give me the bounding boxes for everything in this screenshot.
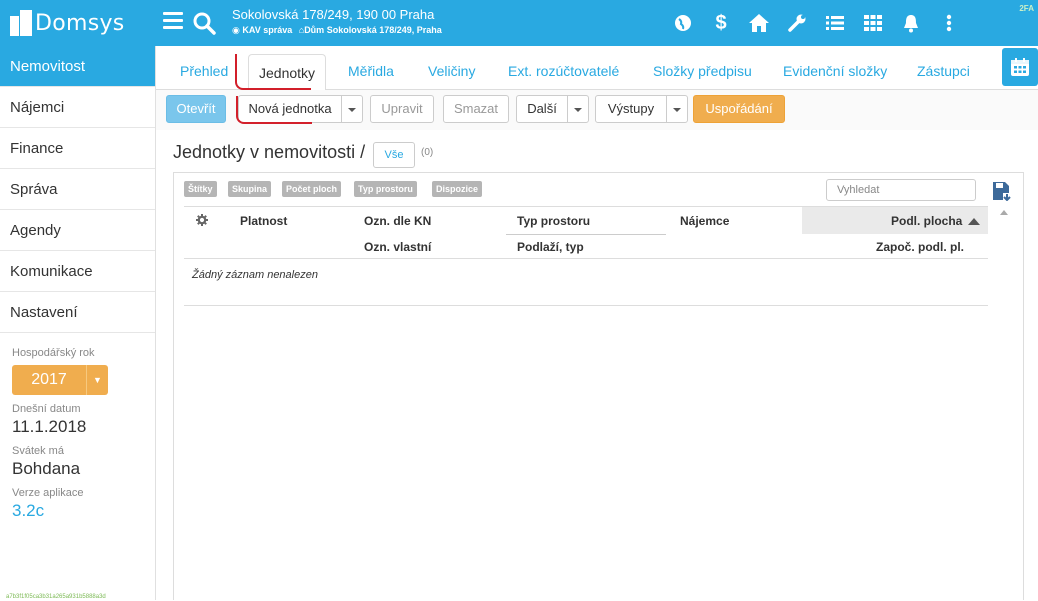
page-title: Jednotky v nemovitosti / — [173, 142, 366, 162]
list-icon[interactable] — [816, 10, 854, 36]
dollar-icon[interactable]: $ — [702, 10, 740, 36]
outputs-dropdown[interactable] — [666, 95, 688, 123]
sub-house: Dům Sokolovská 178/249, Praha — [304, 25, 442, 35]
app-name: Domsys — [35, 10, 125, 36]
table-header: Platnost Ozn. dle KN Ozn. vlastní Typ pr… — [184, 206, 988, 259]
search-input[interactable]: Vyhledat — [826, 179, 976, 201]
sort-asc-icon[interactable] — [968, 218, 980, 225]
app-logo[interactable]: Domsys — [10, 8, 125, 38]
today-value: 11.1.2018 — [12, 417, 87, 436]
empty-message: Žádný záznam nenalezen — [192, 269, 318, 281]
sidebar-item-sprava[interactable]: Správa — [0, 169, 155, 210]
column-counted-area[interactable]: Započ. podl. pl. — [876, 240, 964, 254]
calendar-icon[interactable] — [1002, 48, 1038, 86]
column-kn-label[interactable]: Ozn. dle KN — [364, 214, 431, 228]
column-floor-area[interactable]: Podl. plocha — [891, 214, 962, 228]
build-hash: a7b3f1f05ca3b31a265a931b5888a3d — [6, 594, 106, 600]
search-icon[interactable] — [191, 10, 217, 36]
home-icon[interactable] — [740, 10, 778, 36]
save-icon[interactable] — [992, 181, 1012, 201]
tab-slozky-predpisu[interactable]: Složky předpisu — [653, 46, 752, 90]
fiscal-year-select[interactable]: 2017 ▼ — [12, 365, 108, 395]
annotation-mark-button — [236, 96, 312, 124]
sub-org: KAV správa — [242, 25, 293, 35]
edit-button[interactable]: Upravit — [370, 95, 434, 123]
logo-mark-icon — [10, 10, 32, 36]
fiscal-year-label: Hospodářský rok — [12, 347, 95, 359]
filter-tag-dispozice[interactable]: Dispozice — [432, 181, 483, 197]
tab-meridla[interactable]: Měřidla — [348, 46, 394, 90]
address-main: Sokolovská 178/249, 190 00 Praha — [232, 7, 435, 22]
sidebar: Nemovitost Nájemci Finance Správa Agendy… — [0, 46, 156, 600]
column-validity[interactable]: Platnost — [240, 214, 287, 228]
sidebar-item-agendy[interactable]: Agendy — [0, 210, 155, 251]
version-label: Verze aplikace — [12, 487, 84, 499]
scroll-up-icon[interactable] — [1000, 210, 1008, 215]
wrench-icon[interactable] — [778, 10, 816, 36]
fiscal-year-value: 2017 — [31, 371, 67, 388]
units-panel: Štítky Skupina Počet ploch Typ prostoru … — [173, 172, 1024, 600]
annotation-mark-tab — [235, 54, 311, 90]
column-floor-type[interactable]: Podlaží, typ — [517, 240, 584, 254]
more-button[interactable]: Další — [516, 95, 568, 123]
filter-tag-typ-prostoru[interactable]: Typ prostoru — [354, 181, 417, 197]
filter-tag-stitky[interactable]: Štítky — [184, 181, 217, 197]
sidebar-info: Hospodářský rok 2017 ▼ Dnešní datum 11.1… — [0, 333, 155, 521]
sidebar-item-nastaveni[interactable]: Nastavení — [0, 292, 155, 333]
more-vertical-icon[interactable] — [930, 10, 968, 36]
sidebar-item-finance[interactable]: Finance — [0, 128, 155, 169]
table-bottom-line — [184, 305, 988, 306]
sidebar-item-najemci[interactable]: Nájemci — [0, 87, 155, 128]
all-filter-button[interactable]: Vše — [373, 142, 415, 168]
column-space-type[interactable]: Typ prostoru — [517, 214, 590, 228]
top-icons: $ — [664, 10, 968, 36]
tab-ext-rozuctovatele[interactable]: Ext. rozúčtovatelé — [508, 46, 619, 90]
sidebar-item-nemovitost[interactable]: Nemovitost — [0, 46, 155, 87]
tab-zastupci[interactable]: Zástupci — [917, 46, 970, 90]
tab-evidencni-slozky[interactable]: Evidenční složky — [783, 46, 887, 90]
menu-icon[interactable] — [163, 12, 183, 30]
version-value[interactable]: 3.2c — [12, 501, 155, 521]
today-label: Dnešní datum — [12, 403, 81, 415]
sidebar-item-komunikace[interactable]: Komunikace — [0, 251, 155, 292]
globe-icon[interactable] — [664, 10, 702, 36]
org-icon: ◉ — [232, 25, 240, 35]
bell-icon[interactable] — [892, 10, 930, 36]
nameday-label: Svátek má — [12, 445, 64, 457]
more-dropdown[interactable] — [567, 95, 589, 123]
tab-prehled[interactable]: Přehled — [180, 46, 228, 90]
chevron-down-icon — [348, 107, 356, 112]
chevron-down-icon — [673, 107, 681, 112]
delete-button[interactable]: Smazat — [443, 95, 509, 123]
filter-tag-pocet-ploch[interactable]: Počet ploch — [282, 181, 342, 197]
chevron-down-icon — [574, 107, 582, 112]
tfa-badge: 2FA — [1019, 4, 1034, 13]
header-divider — [506, 234, 666, 235]
open-button[interactable]: Otevřít — [166, 95, 226, 123]
outputs-button[interactable]: Výstupy — [595, 95, 667, 123]
column-tenant[interactable]: Nájemce — [680, 214, 729, 228]
record-count: (0) — [421, 147, 434, 158]
chevron-down-icon[interactable]: ▼ — [86, 365, 108, 395]
top-bar: Domsys Sokolovská 178/249, 190 00 Praha … — [0, 0, 1038, 46]
filter-tag-skupina[interactable]: Skupina — [228, 181, 272, 197]
new-unit-dropdown[interactable] — [341, 95, 363, 123]
nameday-value: Bohdana — [12, 459, 81, 478]
scrollbar[interactable] — [998, 206, 1008, 601]
settings-gear-icon[interactable] — [196, 214, 208, 226]
grid-icon[interactable] — [854, 10, 892, 36]
column-own-label[interactable]: Ozn. vlastní — [364, 240, 431, 254]
tab-veliciny[interactable]: Veličiny — [428, 46, 475, 90]
address-sub: ◉ KAV správa ⌂Dům Sokolovská 178/249, Pr… — [232, 25, 442, 36]
arrange-button[interactable]: Uspořádání — [693, 95, 785, 123]
property-address[interactable]: Sokolovská 178/249, 190 00 Praha ◉ KAV s… — [232, 7, 442, 36]
